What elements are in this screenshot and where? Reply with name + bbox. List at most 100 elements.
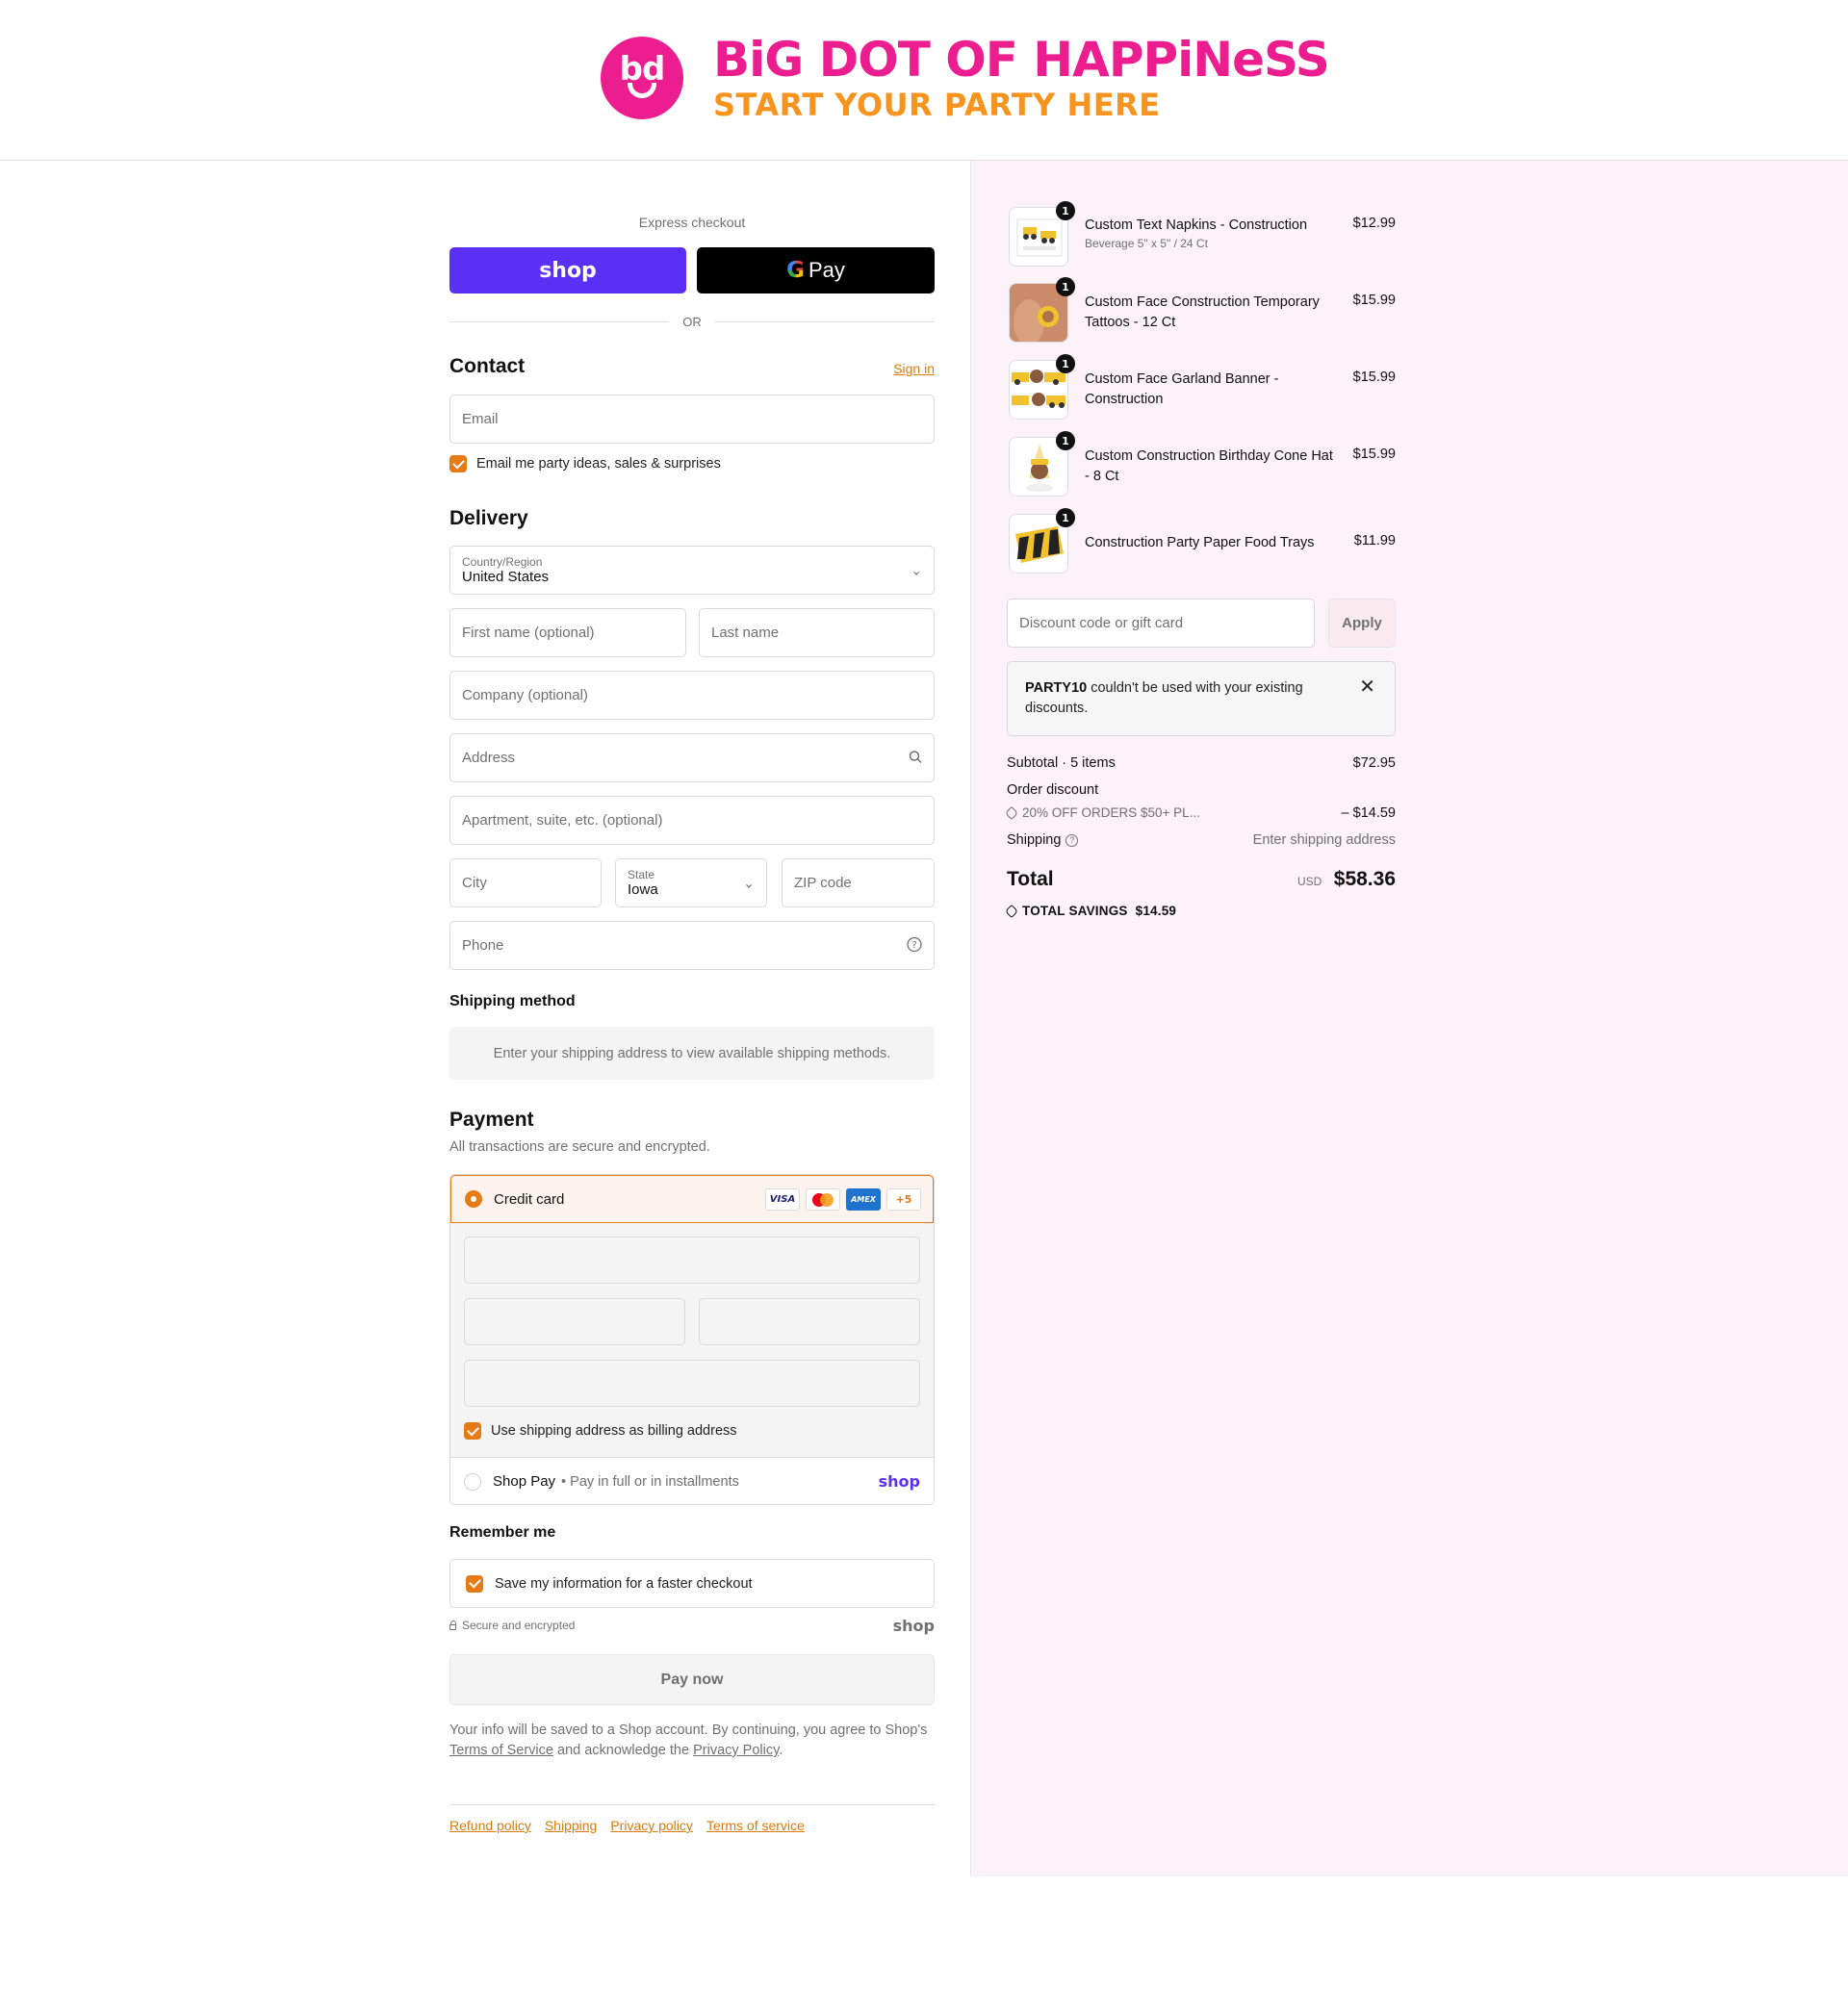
mastercard-icon [806,1188,840,1211]
billing-same-checkbox[interactable] [464,1422,481,1440]
city-field[interactable]: City [449,858,602,907]
refund-policy-link[interactable]: Refund policy [449,1818,531,1833]
address-placeholder: Address [462,750,516,766]
zip-placeholder: ZIP code [794,875,852,891]
cart-item: 1 Custom Construction Birthday Cone Hat … [1007,431,1396,497]
discount-line: 20% OFF ORDERS $50+ PL... – $14.59 [1004,805,1396,821]
brand-logo[interactable]: bd BiG DOT OF HAPPiNeSS START YOUR PARTY… [601,32,1330,123]
discount-error-notice: PARTY10 couldn't be used with your exist… [1007,661,1396,736]
or-label: OR [682,314,702,329]
save-info-option[interactable]: Save my information for a faster checkou… [449,1559,935,1608]
contact-heading: Contact [449,355,526,377]
shipping-value: Enter shipping address [1252,832,1396,848]
close-icon[interactable]: ✕ [1359,677,1375,698]
item-price: $15.99 [1352,447,1396,462]
item-name: Custom Face Construction Temporary Tatto… [1085,294,1320,330]
credit-card-radio[interactable] [465,1190,482,1208]
last-name-field[interactable]: Last name [699,608,935,657]
google-pay-button[interactable]: G Pay [697,247,935,293]
state-value: Iowa [628,880,658,898]
item-price: $11.99 [1353,533,1396,549]
cart-item: 1 Construction Party Paper Food Trays $1… [1007,508,1396,574]
help-icon[interactable]: ? [1065,833,1079,847]
help-icon[interactable]: ? [907,936,922,955]
credit-card-option[interactable]: Credit card VISA AMEX +5 [450,1175,934,1223]
subtotal-row: Subtotal · 5 items $72.95 [1007,755,1396,771]
sign-in-link[interactable]: Sign in [893,361,935,376]
item-price: $15.99 [1352,370,1396,385]
cart-item: 1 Custom Face Garland Banner - Construct… [1007,354,1396,420]
payment-subtitle: All transactions are secure and encrypte… [449,1139,710,1155]
shop-privacy-link[interactable]: Privacy Policy [693,1743,779,1758]
billing-same-label: Use shipping address as billing address [491,1423,737,1439]
country-label: Country/Region [462,554,543,569]
pay-now-button[interactable]: Pay now [449,1654,935,1705]
quantity-badge: 1 [1056,431,1075,450]
shipping-row: Shipping? Enter shipping address [1007,832,1396,848]
google-g-icon: G [786,258,805,283]
remember-me-heading: Remember me [449,1524,556,1541]
brand-title: BiG DOT OF HAPPiNeSS [713,32,1330,88]
city-placeholder: City [462,875,487,891]
savings-label: TOTAL SAVINGS [1022,904,1128,918]
quantity-badge: 1 [1056,354,1075,373]
first-name-field[interactable]: First name (optional) [449,608,686,657]
save-info-checkbox[interactable] [466,1574,483,1593]
secure-label: Secure and encrypted [449,1619,575,1632]
shop-pay-express-button[interactable]: shop [449,247,686,293]
terms-of-service-link[interactable]: Terms of service [706,1818,805,1833]
item-price: $12.99 [1352,216,1396,231]
shipping-label: Shipping? [1007,832,1079,848]
apply-discount-button[interactable]: Apply [1328,599,1396,648]
company-placeholder: Company (optional) [462,687,588,703]
discount-code-field[interactable]: Discount code or gift card [1007,599,1315,648]
shop-terms-link[interactable]: Terms of Service [449,1743,553,1758]
subtotal-value: $72.95 [1352,755,1396,771]
currency-code: USD [1296,875,1322,888]
logo-mark: bd [601,37,683,119]
legal-text: Your info will be saved to a Shop accoun… [449,1723,928,1758]
state-select[interactable]: State Iowa ⌄ [615,858,767,907]
footer-divider [449,1804,935,1805]
tag-icon [1004,806,1019,821]
zip-field[interactable]: ZIP code [782,858,935,907]
amex-icon: AMEX [846,1188,881,1211]
cart-item: 1 Custom Text Napkins - Construction Bev… [1007,201,1396,267]
item-name: Custom Text Napkins - Construction [1085,217,1308,233]
phone-field[interactable]: Phone ? [449,921,935,970]
shop-pay-radio[interactable] [464,1472,481,1491]
credit-card-label: Credit card [494,1190,565,1208]
save-info-label: Save my information for a faster checkou… [495,1575,753,1592]
address-field[interactable]: Address [449,733,935,782]
delivery-heading: Delivery [449,507,528,529]
last-name-placeholder: Last name [711,625,780,641]
apartment-placeholder: Apartment, suite, etc. (optional) [462,812,663,829]
email-field[interactable]: Email [449,395,935,444]
country-select[interactable]: Country/Region United States ⌄ [449,546,935,595]
apartment-field[interactable]: Apartment, suite, etc. (optional) [449,796,935,845]
shop-pay-option[interactable]: Shop Pay • Pay in full or in installment… [450,1457,934,1504]
tag-icon [1004,904,1019,918]
shop-logo: shop [878,1472,920,1491]
payment-heading: Payment [449,1109,534,1131]
card-expiry-field[interactable] [464,1298,685,1345]
search-icon [909,750,922,766]
express-checkout-label: Express checkout [638,215,746,230]
card-security-code-field[interactable] [699,1298,920,1345]
marketing-checkbox[interactable] [449,455,467,472]
order-discount-row: Order discount [1007,782,1396,798]
total-label: Total [1007,868,1054,890]
or-divider: OR [449,312,935,331]
card-number-field[interactable] [464,1237,920,1284]
shipping-policy-link[interactable]: Shipping [545,1818,598,1833]
discount-value: – $14.59 [1341,805,1396,821]
marketing-opt-in[interactable]: Email me party ideas, sales & surprises [449,455,721,472]
privacy-policy-link[interactable]: Privacy policy [610,1818,693,1833]
marketing-label: Email me party ideas, sales & surprises [476,456,721,472]
card-name-field[interactable] [464,1360,920,1407]
company-field[interactable]: Company (optional) [449,671,935,720]
total-value: $58.36 [1333,868,1396,890]
brand-tagline: START YOUR PARTY HERE [713,87,1161,123]
visa-icon: VISA [765,1188,800,1211]
billing-same-option[interactable]: Use shipping address as billing address [464,1422,737,1440]
